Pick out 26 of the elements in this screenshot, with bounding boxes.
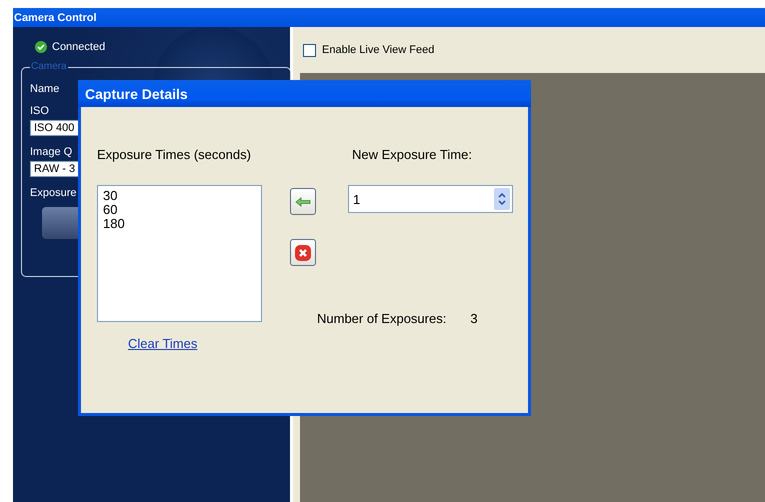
exposure-count: 3 bbox=[470, 311, 478, 326]
close-icon bbox=[294, 244, 312, 262]
field-label: Image Q bbox=[30, 146, 72, 158]
connection-status: Connected bbox=[52, 41, 106, 53]
field-label: ISO bbox=[30, 105, 49, 117]
check-icon bbox=[35, 41, 47, 53]
spin-arrows-icon[interactable] bbox=[494, 188, 510, 210]
group-title: Camera bbox=[30, 61, 68, 72]
list-item[interactable]: 60 bbox=[103, 203, 256, 217]
exposure-spin-field[interactable]: 1 bbox=[348, 185, 513, 213]
left-arrow-icon bbox=[295, 196, 311, 206]
exposure-list[interactable]: 30 60 180 bbox=[97, 185, 262, 322]
add-button[interactable] bbox=[290, 188, 316, 215]
list-label: Exposure Times (seconds) bbox=[97, 147, 252, 162]
list-item[interactable]: 180 bbox=[103, 217, 256, 231]
list-item[interactable]: 30 bbox=[103, 189, 256, 203]
dialog-title: Capture Details bbox=[78, 80, 531, 107]
new-time-label: New Exposure Time: bbox=[352, 147, 473, 162]
live-view-checkbox[interactable] bbox=[303, 44, 316, 56]
checkbox-label: Enable Live View Feed bbox=[322, 44, 434, 56]
window-title: Camera Control bbox=[13, 8, 765, 27]
delete-button[interactable] bbox=[290, 239, 316, 266]
clear-times-link[interactable]: Clear Times bbox=[128, 336, 262, 351]
field-label: Exposure bbox=[30, 187, 76, 199]
count-label: Number of Exposures: bbox=[317, 311, 446, 326]
field-label: Name bbox=[30, 83, 60, 95]
